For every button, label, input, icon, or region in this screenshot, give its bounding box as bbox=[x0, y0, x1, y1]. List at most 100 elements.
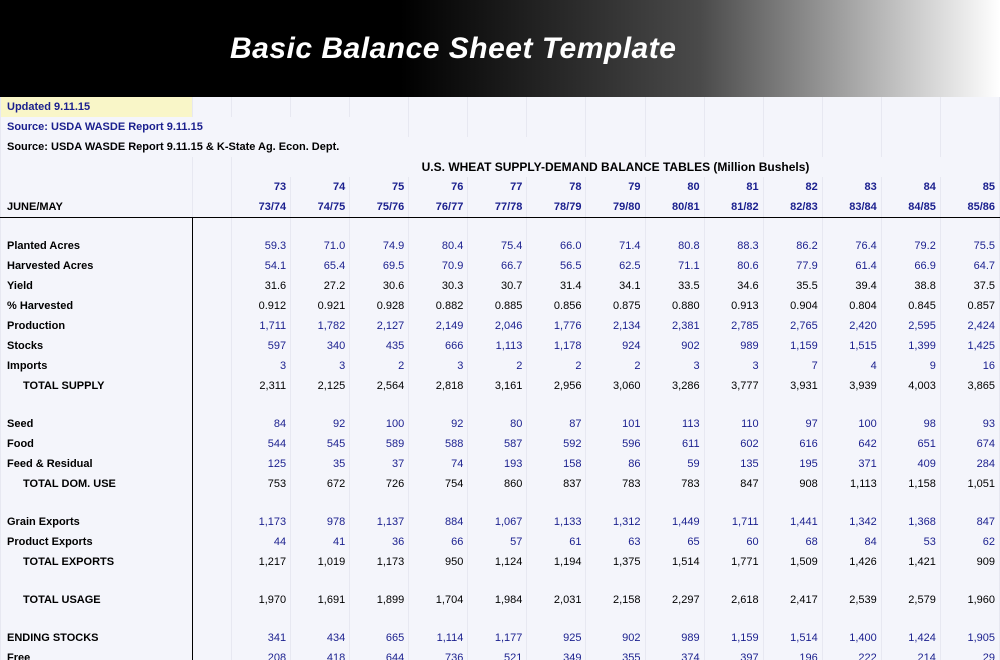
cell-yield-12: 37.5 bbox=[940, 276, 999, 296]
col-year-74: 74 bbox=[291, 177, 350, 197]
cell-seed-0: 84 bbox=[232, 414, 291, 434]
cell-seed-1: 92 bbox=[291, 414, 350, 434]
cell-total_exp-0: 1,217 bbox=[232, 552, 291, 572]
cell-production-3: 2,149 bbox=[409, 316, 468, 336]
cell-seed-12: 93 bbox=[940, 414, 999, 434]
cell-free-10: 222 bbox=[822, 648, 881, 660]
cell-product_exp-6: 63 bbox=[586, 532, 645, 552]
label-feed: Feed & Residual bbox=[1, 454, 193, 474]
cell-harvested-10: 61.4 bbox=[822, 256, 881, 276]
cell-stocks-12: 1,425 bbox=[940, 336, 999, 356]
col-year-80: 80 bbox=[645, 177, 704, 197]
col-year-84: 84 bbox=[881, 177, 940, 197]
col-year-76: 76 bbox=[409, 177, 468, 197]
cell-planted-9: 86.2 bbox=[763, 236, 822, 256]
cell-imports-7: 3 bbox=[645, 356, 704, 376]
col-span-84-85: 84/85 bbox=[881, 197, 940, 218]
cell-total_dom-11: 1,158 bbox=[881, 474, 940, 494]
cell-product_exp-4: 57 bbox=[468, 532, 527, 552]
cell-total_usage-6: 2,158 bbox=[586, 590, 645, 610]
label-total_usage: TOTAL USAGE bbox=[1, 590, 193, 610]
cell-production-5: 1,776 bbox=[527, 316, 586, 336]
cell-imports-1: 3 bbox=[291, 356, 350, 376]
header-blank bbox=[1, 177, 193, 197]
col-span-79-80: 79/80 bbox=[586, 197, 645, 218]
cell-planted-10: 76.4 bbox=[822, 236, 881, 256]
cell-imports-0: 3 bbox=[232, 356, 291, 376]
col-year-82: 82 bbox=[763, 177, 822, 197]
cell-pct_harv-9: 0.904 bbox=[763, 296, 822, 316]
row-source-2: Source: USDA WASDE Report 9.11.15 & K-St… bbox=[1, 137, 1000, 157]
cell-total_dom-0: 753 bbox=[232, 474, 291, 494]
cell-total_usage-11: 2,579 bbox=[881, 590, 940, 610]
cell-feed-2: 37 bbox=[350, 454, 409, 474]
blank-row bbox=[1, 572, 1000, 590]
cell-total_dom-6: 783 bbox=[586, 474, 645, 494]
row-updated: Updated 9.11.15 bbox=[1, 97, 1000, 117]
cell-free-1: 418 bbox=[291, 648, 350, 660]
label-product_exp: Product Exports bbox=[1, 532, 193, 552]
cell-production-0: 1,711 bbox=[232, 316, 291, 336]
cell-total_supply-8: 3,777 bbox=[704, 376, 763, 396]
cell-planted-6: 71.4 bbox=[586, 236, 645, 256]
cell-total_exp-5: 1,194 bbox=[527, 552, 586, 572]
row-pct_harv: % Harvested0.9120.9210.9280.8820.8850.85… bbox=[1, 296, 1000, 316]
cell-harvested-12: 64.7 bbox=[940, 256, 999, 276]
cell-planted-1: 71.0 bbox=[291, 236, 350, 256]
cell-total_usage-8: 2,618 bbox=[704, 590, 763, 610]
cell-product_exp-3: 66 bbox=[409, 532, 468, 552]
cell-imports-6: 2 bbox=[586, 356, 645, 376]
cell-total_supply-11: 4,003 bbox=[881, 376, 940, 396]
cell-total_usage-7: 2,297 bbox=[645, 590, 704, 610]
cell-feed-10: 371 bbox=[822, 454, 881, 474]
cell-grain_exp-12: 847 bbox=[940, 512, 999, 532]
cell-food-0: 544 bbox=[232, 434, 291, 454]
cell-feed-5: 158 bbox=[527, 454, 586, 474]
cell-product_exp-1: 41 bbox=[291, 532, 350, 552]
cell-yield-7: 33.5 bbox=[645, 276, 704, 296]
cell-total_exp-6: 1,375 bbox=[586, 552, 645, 572]
cell-seed-11: 98 bbox=[881, 414, 940, 434]
cell-free-8: 397 bbox=[704, 648, 763, 660]
cell-total_dom-4: 860 bbox=[468, 474, 527, 494]
cell-production-2: 2,127 bbox=[350, 316, 409, 336]
cell-seed-3: 92 bbox=[409, 414, 468, 434]
cell-feed-4: 193 bbox=[468, 454, 527, 474]
cell-free-9: 196 bbox=[763, 648, 822, 660]
cell-harvested-3: 70.9 bbox=[409, 256, 468, 276]
col-span-85-86: 85/86 bbox=[940, 197, 999, 218]
cell-free-12: 29 bbox=[940, 648, 999, 660]
cell-product_exp-11: 53 bbox=[881, 532, 940, 552]
col-year-79: 79 bbox=[586, 177, 645, 197]
cell-total_exp-2: 1,173 bbox=[350, 552, 409, 572]
cell-planted-7: 80.8 bbox=[645, 236, 704, 256]
cell-total_exp-1: 1,019 bbox=[291, 552, 350, 572]
cell-yield-1: 27.2 bbox=[291, 276, 350, 296]
cell-feed-7: 59 bbox=[645, 454, 704, 474]
cell-product_exp-5: 61 bbox=[527, 532, 586, 552]
cell-production-8: 2,785 bbox=[704, 316, 763, 336]
cell-total_exp-4: 1,124 bbox=[468, 552, 527, 572]
label-grain_exp: Grain Exports bbox=[1, 512, 193, 532]
cell-production-10: 2,420 bbox=[822, 316, 881, 336]
cell-grain_exp-0: 1,173 bbox=[232, 512, 291, 532]
label-total_exp: TOTAL EXPORTS bbox=[1, 552, 193, 572]
blank-row bbox=[1, 396, 1000, 414]
cell-harvested-6: 62.5 bbox=[586, 256, 645, 276]
cell-planted-0: 59.3 bbox=[232, 236, 291, 256]
label-seed: Seed bbox=[1, 414, 193, 434]
balance-sheet-table: Updated 9.11.15 Source: USDA WASDE Repor… bbox=[0, 97, 1000, 660]
cell-harvested-2: 69.5 bbox=[350, 256, 409, 276]
cell-total_dom-7: 783 bbox=[645, 474, 704, 494]
cell-harvested-7: 71.1 bbox=[645, 256, 704, 276]
cell-stocks-0: 597 bbox=[232, 336, 291, 356]
cell-food-4: 587 bbox=[468, 434, 527, 454]
cell-food-9: 616 bbox=[763, 434, 822, 454]
label-total_dom: TOTAL DOM. USE bbox=[1, 474, 193, 494]
cell-food-6: 596 bbox=[586, 434, 645, 454]
cell-product_exp-12: 62 bbox=[940, 532, 999, 552]
cell-food-8: 602 bbox=[704, 434, 763, 454]
cell-ending-6: 902 bbox=[586, 628, 645, 648]
cell-stocks-6: 924 bbox=[586, 336, 645, 356]
cell-pct_harv-3: 0.882 bbox=[409, 296, 468, 316]
